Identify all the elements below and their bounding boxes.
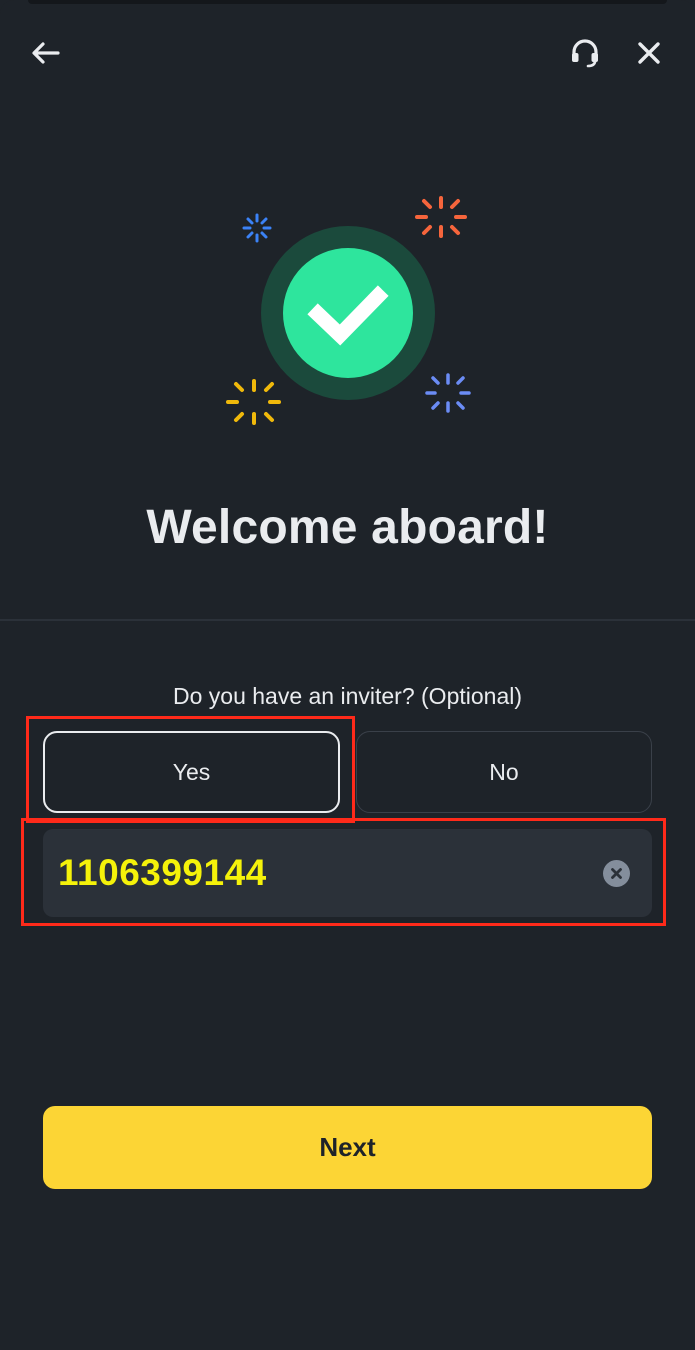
close-icon (638, 42, 660, 64)
sparkle-icon (415, 196, 467, 238)
success-illustration (0, 190, 695, 450)
welcome-screen: Welcome aboard! Do you have an inviter? … (0, 0, 695, 1350)
arrow-left-icon (32, 42, 60, 64)
next-button[interactable]: Next (43, 1106, 652, 1189)
clear-circle-icon (611, 868, 622, 879)
inviter-code-value[interactable]: 1106399144 (58, 852, 267, 894)
divider (0, 619, 695, 621)
support-button[interactable] (563, 31, 607, 75)
page-title: Welcome aboard! (146, 501, 549, 554)
no-option-label: No (489, 758, 519, 785)
headset-icon (572, 39, 598, 68)
close-button[interactable] (627, 31, 671, 75)
clear-input-button[interactable] (603, 860, 630, 887)
top-handle (28, 0, 667, 4)
sparkle-icon (242, 213, 272, 243)
check-circle-icon (283, 248, 413, 378)
yes-option-button[interactable]: Yes (43, 731, 340, 813)
sparkle-icon (425, 373, 471, 413)
no-option-button[interactable]: No (356, 731, 652, 813)
inviter-question: Do you have an inviter? (Optional) (172, 683, 523, 709)
sparkle-icon (226, 379, 281, 425)
yes-option-label: Yes (172, 758, 211, 785)
back-button[interactable] (24, 31, 68, 75)
inviter-code-input[interactable]: 1106399144 (43, 829, 652, 917)
